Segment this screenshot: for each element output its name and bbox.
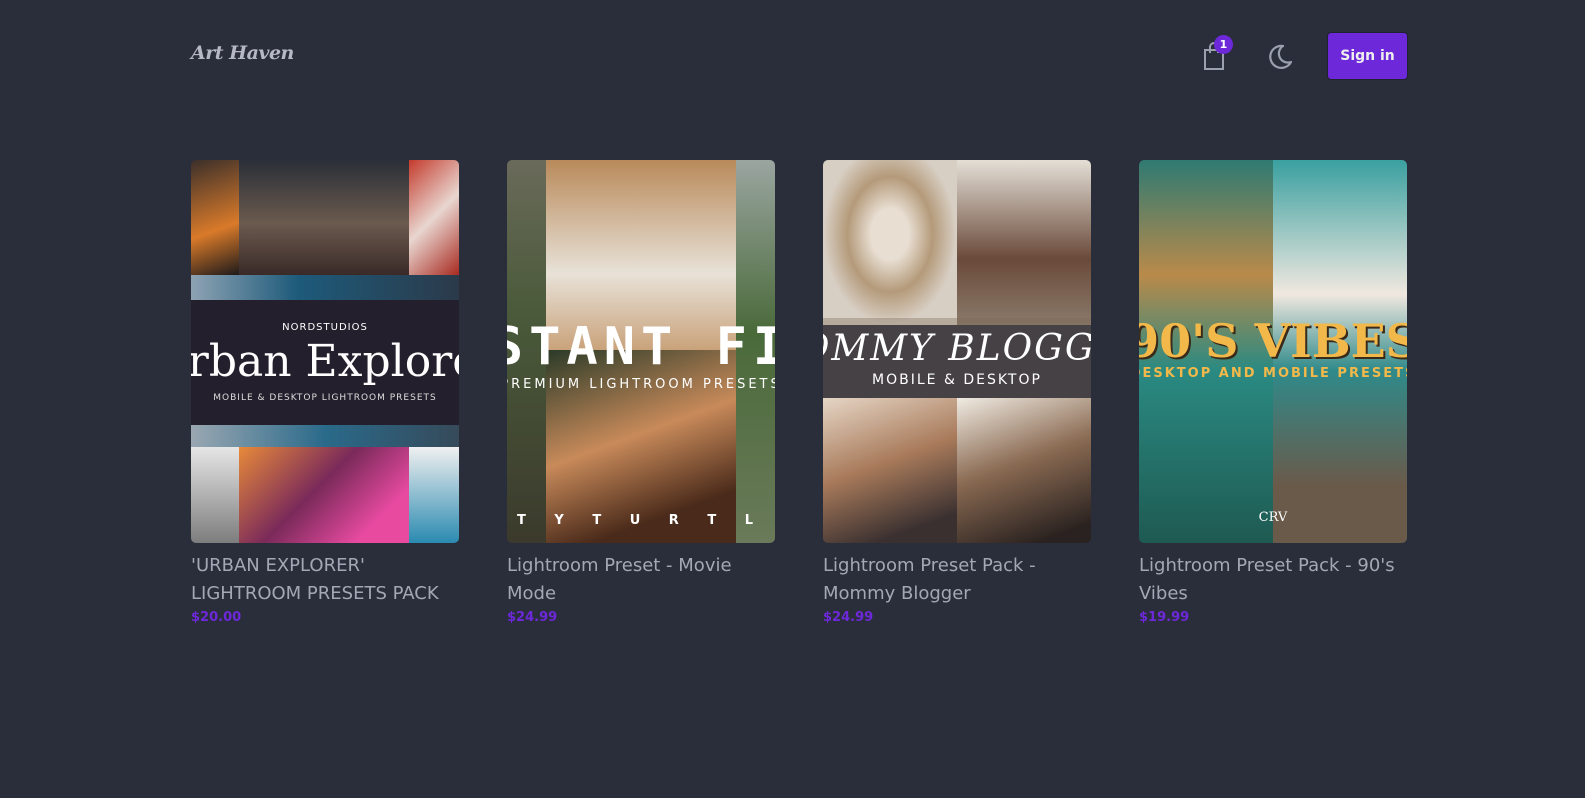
product-image[interactable]: NORDSTUDIOS Urban Explorer MOBILE & DESK… <box>191 160 459 543</box>
product-card[interactable]: INSTANT FILM PREMIUM LIGHTROOM PRESETS T… <box>507 160 775 625</box>
sign-in-button[interactable]: Sign in <box>1327 32 1408 80</box>
cover-subline: PREMIUM LIGHTROOM PRESETS <box>507 376 775 392</box>
product-card[interactable]: 90'S VIBES DESKTOP AND MOBILE PRESETS CR… <box>1139 160 1407 625</box>
product-card[interactable]: MOMMY BLOGGER MOBILE & DESKTOP Lightroom… <box>823 160 1091 625</box>
product-price: $19.99 <box>1139 610 1190 625</box>
product-title[interactable]: Lightroom Preset - Movie Mode <box>507 552 775 608</box>
product-price: $20.00 <box>191 610 242 625</box>
cover-subline: MOBILE & DESKTOP LIGHTROOM PRESETS <box>213 393 437 403</box>
moon-icon <box>1269 44 1293 69</box>
product-price: $24.99 <box>507 610 558 625</box>
product-title[interactable]: Lightroom Preset Pack - 90's Vibes <box>1139 552 1407 608</box>
product-title[interactable]: Lightroom Preset Pack - Mommy Blogger <box>823 552 1091 608</box>
cover-subline: DESKTOP AND MOBILE PRESETS <box>1139 365 1407 381</box>
cover-footer: T Y T U R T L <box>516 512 766 528</box>
product-image[interactable]: MOMMY BLOGGER MOBILE & DESKTOP <box>823 160 1091 543</box>
cover-headline: Urban Explorer <box>191 336 459 387</box>
product-price: $24.99 <box>823 610 874 625</box>
cover-headline: MOMMY BLOGGER <box>823 328 1091 369</box>
cover-brand: NORDSTUDIOS <box>282 322 368 333</box>
cover-headline: 90'S VIBES <box>1139 313 1407 368</box>
site-header: Art Haven 1 Sign in <box>0 0 1585 110</box>
product-card[interactable]: NORDSTUDIOS Urban Explorer MOBILE & DESK… <box>191 160 459 625</box>
theme-toggle[interactable] <box>1264 42 1294 72</box>
cover-mark: CRV <box>1258 509 1288 525</box>
product-image[interactable]: INSTANT FILM PREMIUM LIGHTROOM PRESETS T… <box>507 160 775 543</box>
cart-count-badge: 1 <box>1214 35 1233 54</box>
cover-headline: INSTANT FILM <box>507 316 775 377</box>
product-image[interactable]: 90'S VIBES DESKTOP AND MOBILE PRESETS CR… <box>1139 160 1407 543</box>
site-logo[interactable]: Art Haven <box>191 42 294 64</box>
product-title[interactable]: 'URBAN EXPLORER' LIGHTROOM PRESETS PACK <box>191 552 459 608</box>
cover-subline: MOBILE & DESKTOP <box>872 372 1042 388</box>
